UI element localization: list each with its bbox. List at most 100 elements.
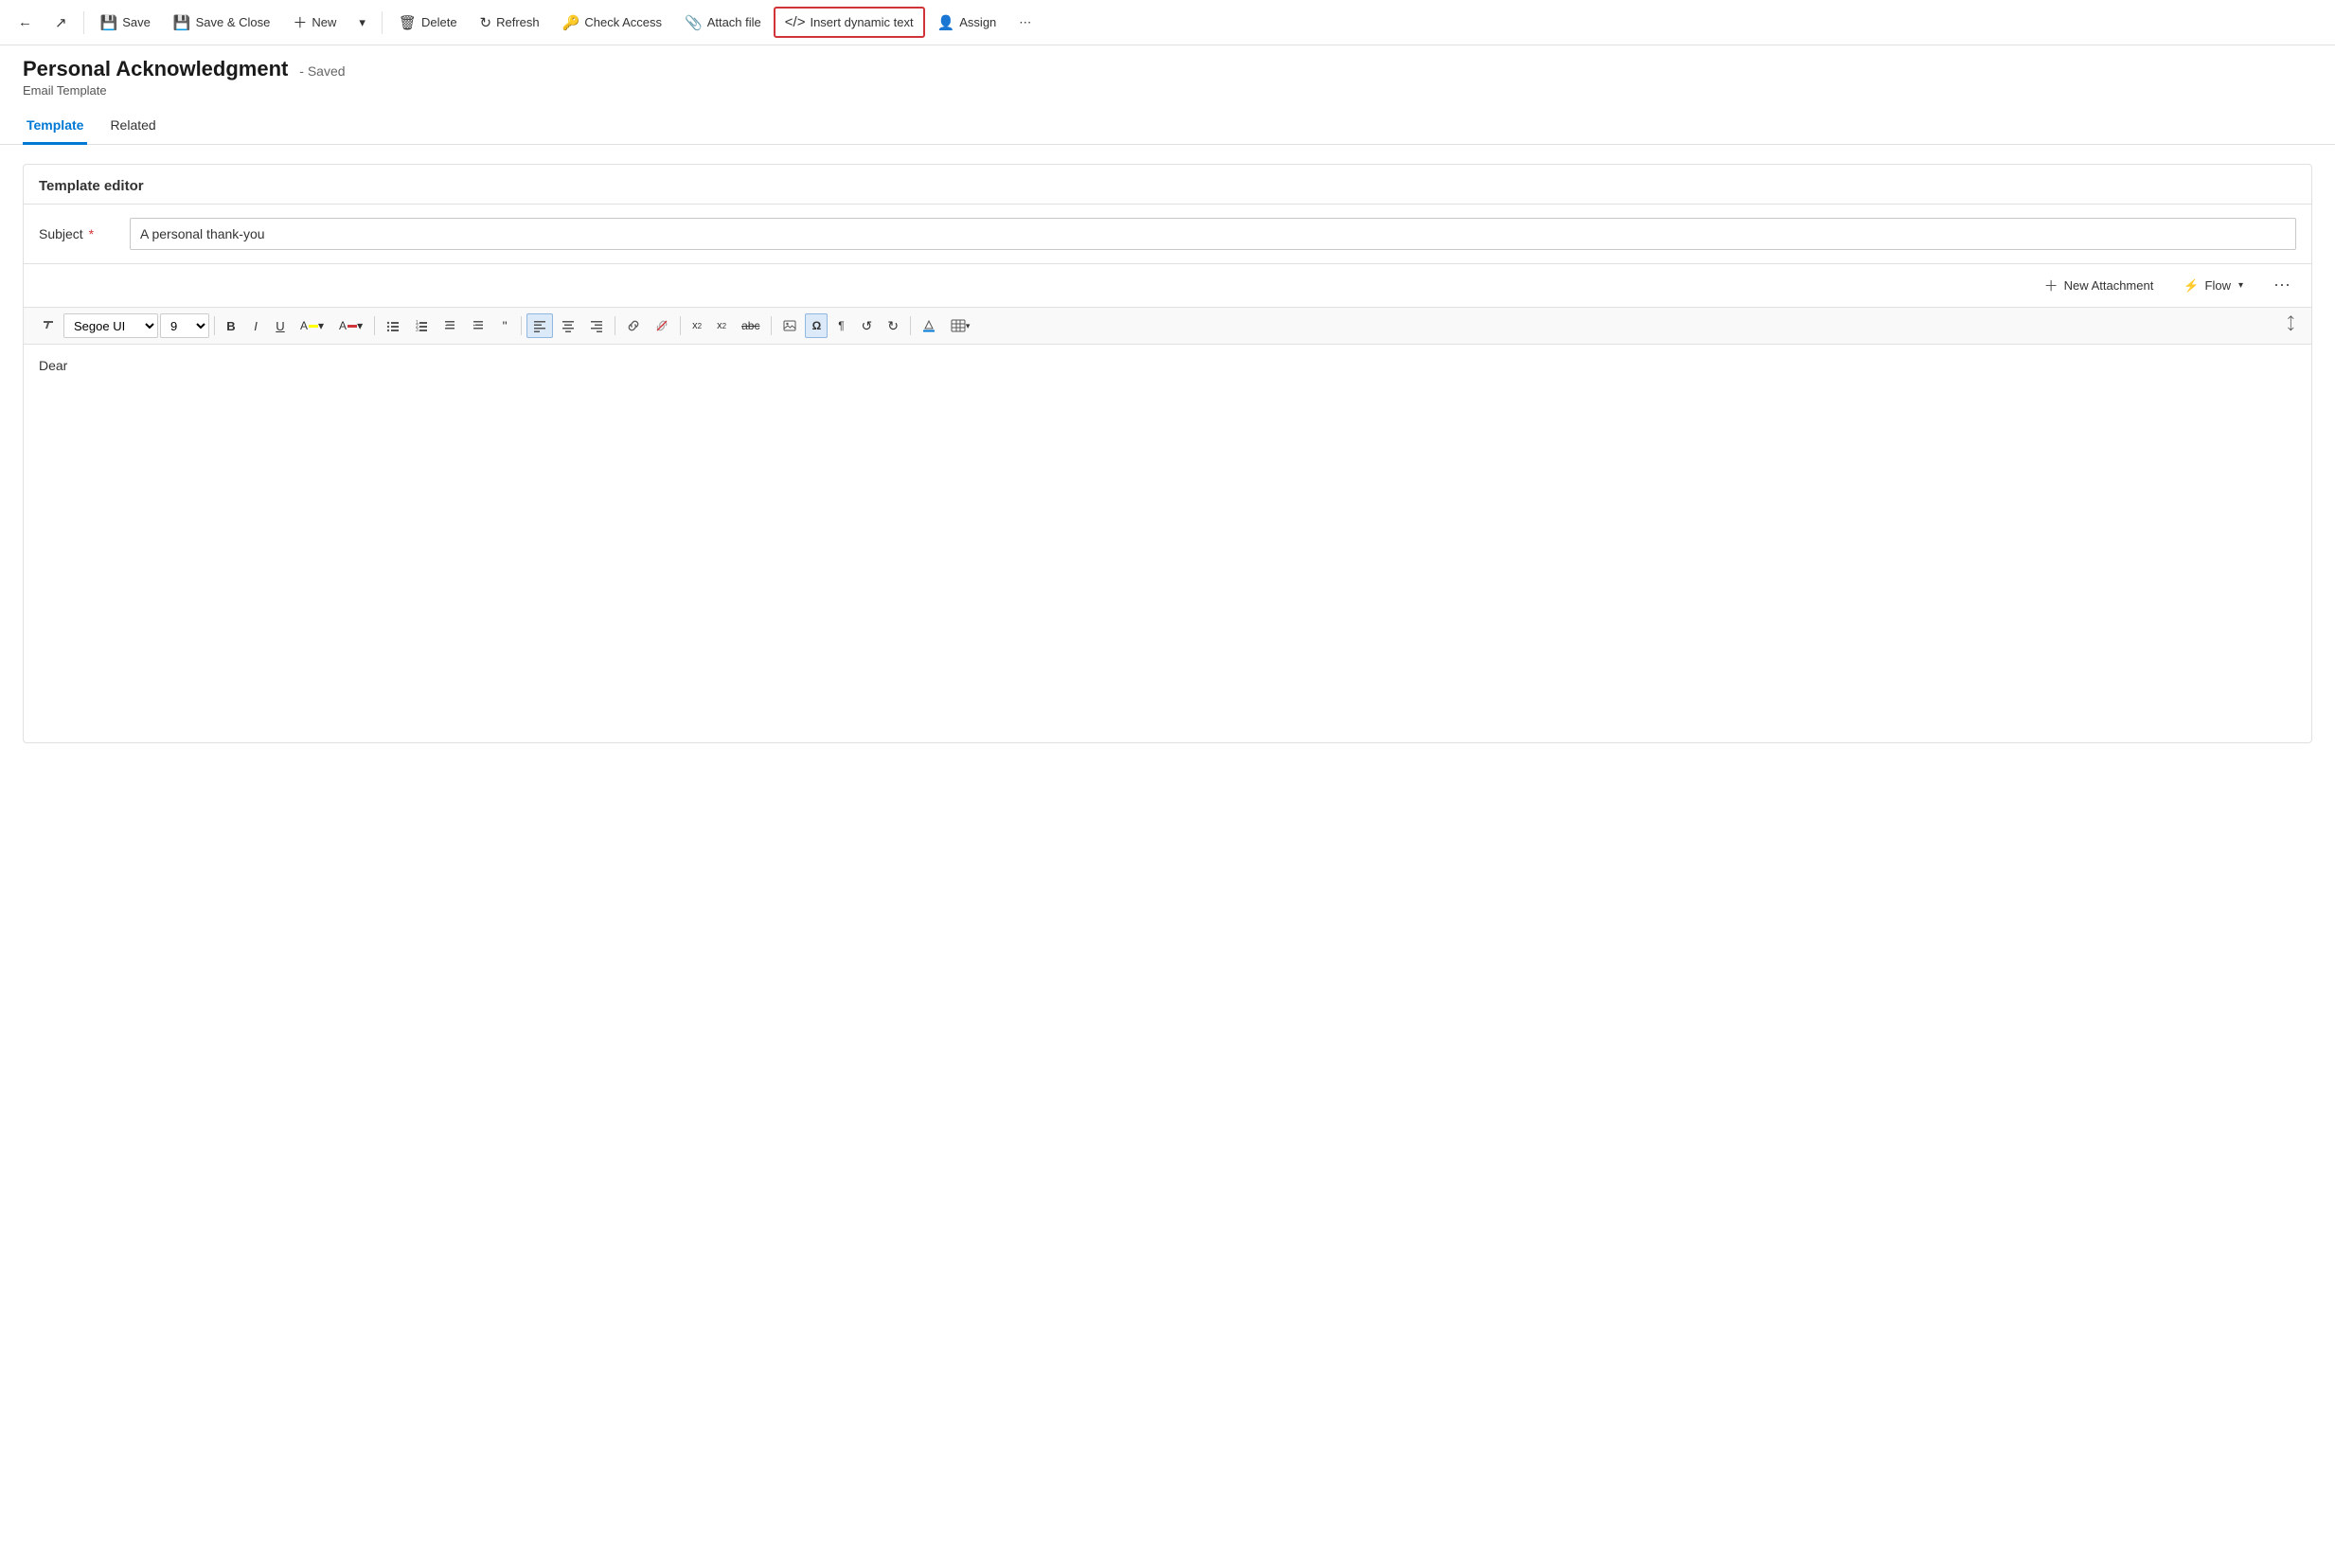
new-attachment-icon: ＋ — [2044, 276, 2059, 295]
numbered-list-button[interactable]: 1.2.3. — [408, 313, 435, 338]
insert-dynamic-text-button[interactable]: </> Insert dynamic text — [774, 7, 925, 38]
save-close-label: Save & Close — [196, 15, 271, 29]
check-access-button[interactable]: 🔑 Check Access — [552, 8, 672, 38]
check-access-icon: 🔑 — [562, 14, 580, 31]
editor-area: ⤡ Segoe UI Arial Times New Roman Calibri… — [24, 308, 2311, 742]
save-close-icon: 💾 — [173, 14, 191, 31]
flow-button[interactable]: ⚡ Flow ▾ — [2178, 275, 2249, 297]
popout-icon: ↗ — [55, 14, 67, 31]
popout-button[interactable]: ↗ — [45, 8, 78, 38]
delete-button[interactable]: 🗑 Delete — [388, 8, 468, 38]
rte-toolbar: Segoe UI Arial Times New Roman Calibri V… — [24, 308, 2311, 345]
decrease-indent-button[interactable] — [437, 313, 463, 338]
subject-row: Subject * — [24, 205, 2311, 264]
new-attachment-label: New Attachment — [2064, 278, 2154, 293]
delete-icon: 🗑 — [399, 14, 417, 31]
insert-link-button[interactable] — [620, 313, 647, 338]
svg-text:3.: 3. — [416, 328, 419, 332]
rte-divider-5 — [680, 316, 681, 335]
delete-label: Delete — [421, 15, 457, 29]
font-size-select[interactable]: 8 9 10 11 12 14 16 18 — [160, 313, 209, 338]
font-color-button[interactable]: A▾ — [332, 313, 369, 338]
tab-related[interactable]: Related — [106, 108, 159, 145]
content-area: Template editor Subject * ＋ New Attachme… — [0, 145, 2335, 781]
subject-label: Subject * — [39, 226, 115, 241]
rte-divider-7 — [910, 316, 911, 335]
assign-label: Assign — [959, 15, 996, 29]
new-icon: ＋ — [293, 12, 307, 32]
font-family-select[interactable]: Segoe UI Arial Times New Roman Calibri V… — [63, 313, 158, 338]
new-attachment-button[interactable]: ＋ New Attachment — [2039, 272, 2160, 299]
subscript-button[interactable]: x2 — [710, 313, 733, 338]
template-editor-title: Template editor — [24, 165, 2311, 205]
remove-link-button[interactable] — [649, 313, 675, 338]
divider-2 — [382, 11, 383, 34]
table-button[interactable]: ▾ — [944, 313, 977, 338]
italic-button[interactable]: I — [244, 313, 267, 338]
tab-bar: Template Related — [0, 107, 2335, 145]
attachment-bar: ＋ New Attachment ⚡ Flow ▾ ⋯ — [24, 264, 2311, 308]
page-header: Personal Acknowledgment - Saved Email Te… — [0, 45, 2335, 98]
more-options-button[interactable]: ⋯ — [1008, 9, 1042, 37]
flow-icon: ⚡ — [2183, 278, 2199, 294]
attach-file-label: Attach file — [707, 15, 761, 29]
assign-button[interactable]: 👤 Assign — [927, 8, 1007, 38]
refresh-icon: ↻ — [480, 14, 492, 31]
assign-icon: 👤 — [937, 14, 955, 31]
insert-dynamic-text-label: Insert dynamic text — [810, 15, 913, 29]
rte-divider-3 — [521, 316, 522, 335]
back-button[interactable]: ← — [8, 8, 43, 37]
page-subtitle: Email Template — [23, 83, 2312, 98]
rte-divider-2 — [374, 316, 375, 335]
refresh-label: Refresh — [496, 15, 540, 29]
check-access-label: Check Access — [584, 15, 662, 29]
save-icon: 💾 — [100, 14, 118, 31]
underline-button[interactable]: U — [269, 313, 292, 338]
save-close-button[interactable]: 💾 Save & Close — [163, 8, 280, 38]
align-center-button[interactable] — [555, 313, 581, 338]
refresh-button[interactable]: ↻ Refresh — [470, 8, 550, 38]
insert-dynamic-text-icon: </> — [785, 14, 806, 30]
blockquote-button[interactable]: " — [493, 313, 516, 338]
more-editor-options-button[interactable]: ⋯ — [2268, 272, 2296, 299]
new-label: New — [312, 15, 336, 29]
title-row: Personal Acknowledgment - Saved — [23, 57, 2312, 81]
rte-divider-1 — [214, 316, 215, 335]
save-button[interactable]: 💾 Save — [90, 8, 161, 38]
increase-indent-button[interactable] — [465, 313, 491, 338]
show-html-button[interactable]: ¶ — [829, 313, 852, 338]
required-star: * — [89, 226, 94, 241]
tab-template[interactable]: Template — [23, 108, 87, 145]
new-button[interactable]: ＋ New — [282, 6, 347, 39]
align-left-button[interactable] — [526, 313, 553, 338]
highlight-button[interactable]: A▾ — [294, 313, 330, 338]
bold-button[interactable]: B — [220, 313, 242, 338]
dropdown-arrow-icon: ▾ — [359, 15, 365, 30]
insert-image-button[interactable] — [776, 313, 803, 338]
template-editor-card: Template editor Subject * ＋ New Attachme… — [23, 164, 2312, 743]
saved-status: - Saved — [299, 63, 345, 79]
more-options-icon: ⋯ — [1019, 15, 1031, 30]
redo-button[interactable]: ↻ — [881, 313, 905, 338]
strikethrough-button[interactable]: abc — [735, 313, 766, 338]
clear-formatting-icon — [42, 319, 55, 332]
page-title: Personal Acknowledgment — [23, 57, 288, 80]
flow-label: Flow — [2205, 278, 2231, 293]
clear-formatting-button[interactable] — [35, 313, 62, 338]
save-label: Save — [122, 15, 151, 29]
attach-file-button[interactable]: 📎 Attach file — [674, 8, 772, 38]
new-dropdown-button[interactable]: ▾ — [348, 9, 376, 37]
main-toolbar: ← ↗ 💾 Save 💾 Save & Close ＋ New ▾ 🗑 Dele… — [0, 0, 2335, 45]
undo-button[interactable]: ↺ — [854, 313, 879, 338]
superscript-button[interactable]: x2 — [686, 313, 708, 338]
fill-color-button[interactable] — [916, 313, 942, 338]
subject-input[interactable] — [130, 218, 2296, 250]
editor-content[interactable]: Dear — [24, 345, 2311, 742]
align-right-button[interactable] — [583, 313, 610, 338]
flow-dropdown-icon: ▾ — [2238, 280, 2243, 291]
bullet-list-button[interactable] — [380, 313, 406, 338]
attach-file-icon: 📎 — [685, 14, 703, 31]
divider-1 — [83, 11, 84, 34]
back-icon: ← — [18, 14, 32, 30]
special-char-button[interactable]: Ω — [805, 313, 828, 338]
